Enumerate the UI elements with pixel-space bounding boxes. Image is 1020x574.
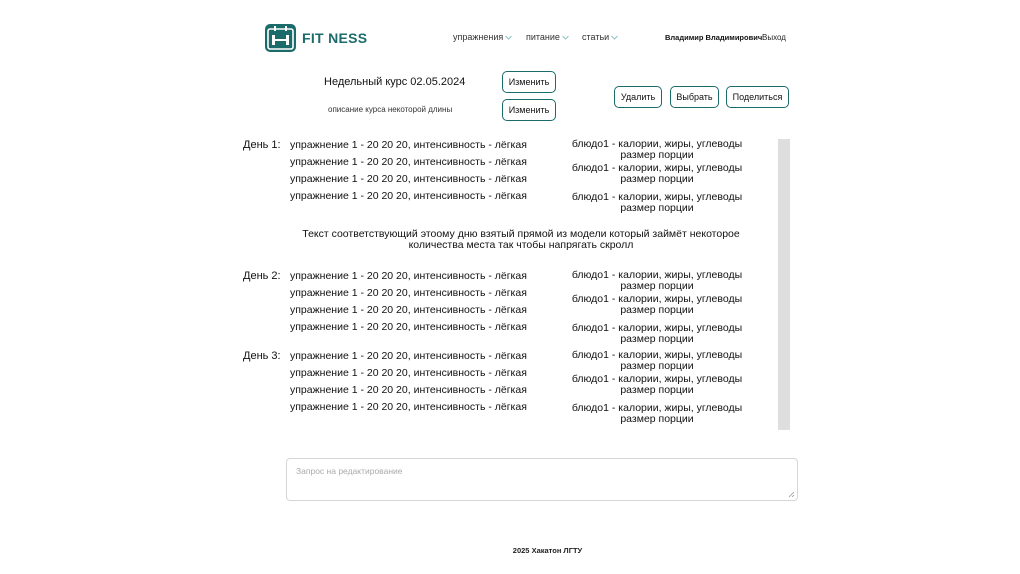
brand-logo[interactable]: FIT NESS	[265, 24, 367, 52]
chevron-down-icon	[505, 35, 513, 40]
exercise-item: упражнение 1 - 20 20 20, интенсивность -…	[290, 321, 527, 333]
dish-portion: размер порции	[620, 280, 694, 292]
dish-portion: размер порции	[620, 384, 694, 396]
exercise-item: упражнение 1 - 20 20 20, интенсивность -…	[290, 401, 527, 413]
exercise-item: упражнение 1 - 20 20 20, интенсивность -…	[290, 287, 527, 299]
share-button[interactable]: Поделиться	[726, 86, 789, 108]
edit-title-button[interactable]: Изменить	[502, 71, 556, 93]
exercise-item: упражнение 1 - 20 20 20, интенсивность -…	[290, 350, 527, 362]
resize-grip-icon[interactable]	[788, 491, 795, 498]
day-note: Текст соответствующий этоому дню взятый …	[281, 229, 761, 251]
logout-link[interactable]: Выход	[762, 33, 786, 42]
dish-portion: размер порции	[620, 149, 694, 161]
exercise-item: упражнение 1 - 20 20 20, интенсивность -…	[290, 156, 527, 168]
dish-item: блюдо1 - калории, жиры, углеводы размер …	[567, 139, 747, 161]
exercise-item: упражнение 1 - 20 20 20, интенсивность -…	[290, 139, 527, 151]
edit-request-input[interactable]	[286, 458, 798, 501]
dish-item: блюдо1 - калории, жиры, углеводы размер …	[567, 350, 747, 372]
nav-nutrition-label: питание	[526, 32, 560, 42]
day-label: День 3:	[243, 350, 281, 362]
nav-exercises[interactable]: упражнения	[453, 32, 513, 42]
footer-text: 2025 Хакатон ЛГТУ	[512, 546, 583, 555]
dish-item: блюдо1 - калории, жиры, углеводы размер …	[567, 374, 747, 396]
dish-portion: размер порции	[620, 202, 694, 214]
delete-button[interactable]: Удалить	[614, 86, 662, 108]
dish-portion: размер порции	[620, 360, 694, 372]
dish-portion: размер порции	[620, 333, 694, 345]
chevron-down-icon	[562, 35, 569, 40]
day-label: День 2:	[243, 270, 281, 282]
day-note-line: количества места так чтобы напрягать скр…	[408, 239, 634, 251]
dish-item: блюдо1 - калории, жиры, углеводы размер …	[567, 294, 747, 316]
dish-item: блюдо1 - калории, жиры, углеводы размер …	[567, 270, 747, 292]
nav-articles-label: статьи	[582, 32, 610, 42]
user-name[interactable]: Владимир Владимирович	[665, 33, 762, 42]
course-description: описание курса некоторой длины	[328, 105, 453, 114]
chevron-down-icon	[611, 35, 619, 40]
dish-portion: размер порции	[620, 304, 694, 316]
dish-item: блюдо1 - калории, жиры, углеводы размер …	[567, 163, 747, 185]
dish-portion: размер порции	[620, 173, 694, 185]
exercise-item: упражнение 1 - 20 20 20, интенсивность -…	[290, 367, 527, 379]
exercise-item: упражнение 1 - 20 20 20, интенсивность -…	[290, 304, 527, 316]
edit-description-button[interactable]: Изменить	[502, 99, 556, 121]
course-title: Недельный курс 02.05.2024	[324, 76, 466, 88]
nav-articles[interactable]: статьи	[582, 32, 619, 42]
nav-exercises-label: упражнения	[453, 32, 504, 42]
days-scrollbar[interactable]	[778, 139, 790, 430]
exercise-item: упражнение 1 - 20 20 20, интенсивность -…	[290, 270, 527, 282]
dumbbell-calendar-icon	[265, 24, 296, 52]
exercise-item: упражнение 1 - 20 20 20, интенсивность -…	[290, 173, 527, 185]
dish-portion: размер порции	[620, 413, 694, 425]
day-label: День 1:	[243, 139, 281, 151]
nav-nutrition[interactable]: питание	[526, 32, 569, 42]
exercise-item: упражнение 1 - 20 20 20, интенсивность -…	[290, 190, 527, 202]
exercise-item: упражнение 1 - 20 20 20, интенсивность -…	[290, 384, 527, 396]
logo-text: FIT NESS	[302, 30, 368, 46]
dish-item: блюдо1 - калории, жиры, углеводы размер …	[567, 403, 747, 425]
select-button[interactable]: Выбрать	[670, 86, 719, 108]
dish-item: блюдо1 - калории, жиры, углеводы размер …	[567, 192, 747, 214]
dish-item: блюдо1 - калории, жиры, углеводы размер …	[567, 323, 747, 345]
